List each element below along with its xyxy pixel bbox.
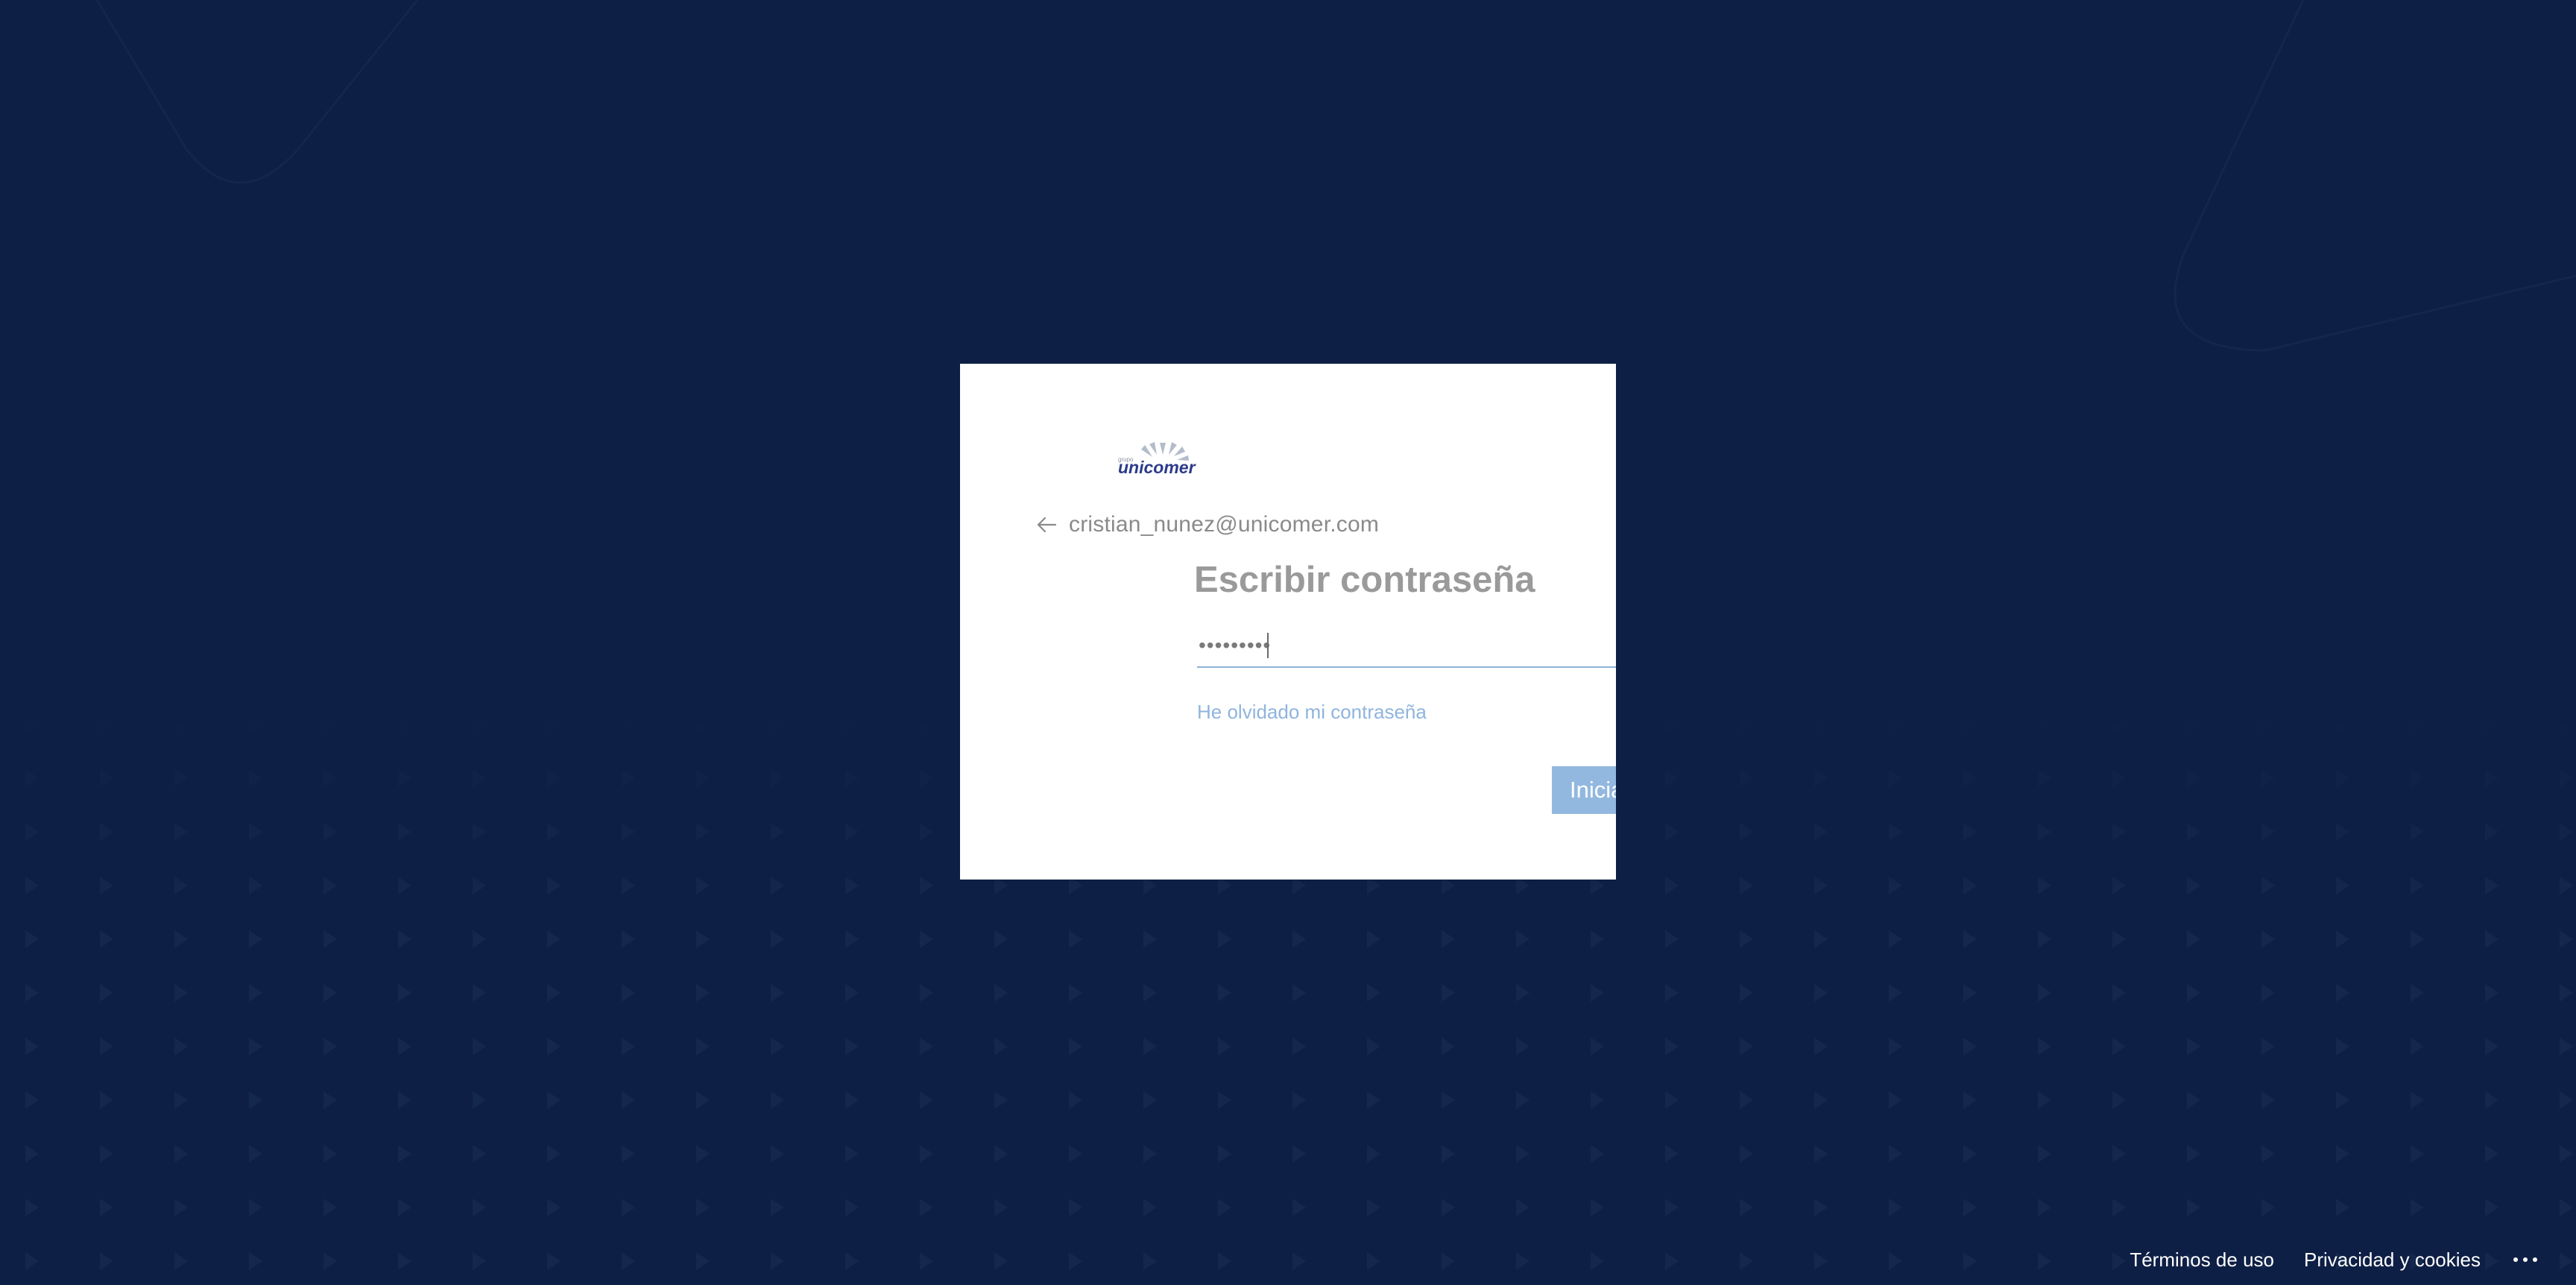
login-card: grupo unicomer cristian_nunez@unicomer.c… <box>960 364 1616 880</box>
logo-wordmark: unicomer <box>1118 458 1196 477</box>
identity-banner: cristian_nunez@unicomer.com <box>1032 510 1379 540</box>
privacy-link[interactable]: Privacidad y cookies <box>2304 1248 2481 1272</box>
signin-button[interactable]: Iniciar sesión <box>1552 766 1616 814</box>
login-page: grupo unicomer cristian_nunez@unicomer.c… <box>0 0 2576 1285</box>
password-field-wrapper <box>1197 626 1616 668</box>
password-input[interactable] <box>1197 626 1616 665</box>
more-options-button[interactable] <box>2510 1245 2540 1275</box>
arrow-left-icon <box>1037 517 1057 533</box>
unicomer-logo: grupo unicomer <box>1118 442 1196 477</box>
ellipsis-icon <box>2513 1257 2537 1262</box>
back-button[interactable] <box>1032 510 1061 540</box>
text-caret <box>1267 633 1269 658</box>
terms-link[interactable]: Términos de uso <box>2130 1248 2274 1272</box>
page-title: Escribir contraseña <box>1194 560 1535 600</box>
identity-email: cristian_nunez@unicomer.com <box>1069 512 1380 537</box>
footer: Términos de uso Privacidad y cookies <box>2130 1245 2540 1275</box>
forgot-password-link[interactable]: He olvidado mi contraseña <box>1197 701 1427 724</box>
